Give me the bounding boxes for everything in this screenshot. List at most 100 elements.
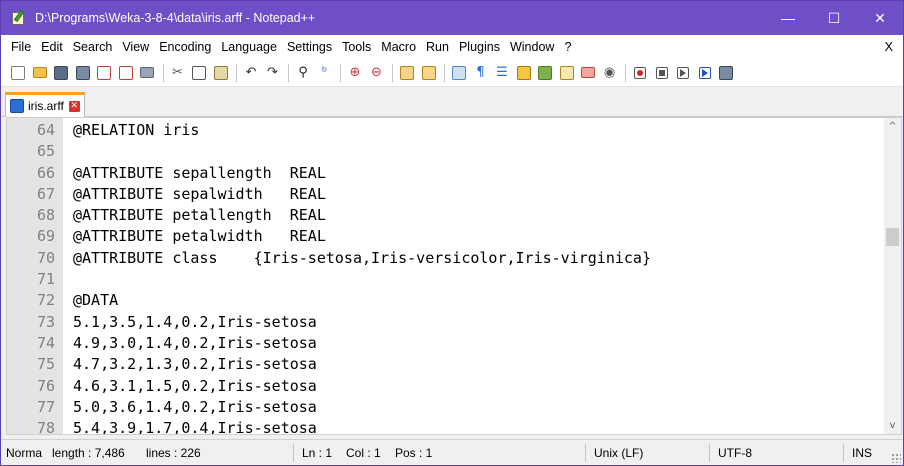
zoom-out-icon[interactable]: ⊖ — [368, 64, 386, 82]
menu-language[interactable]: Language — [216, 35, 282, 59]
code-line[interactable]: @ATTRIBUTE sepallength REAL — [73, 163, 881, 184]
menu-tools[interactable]: Tools — [337, 35, 376, 59]
code-line[interactable]: 5.0,3.6,1.4,0.2,Iris-setosa — [73, 397, 881, 418]
save-macro-icon[interactable] — [717, 64, 735, 82]
vertical-scrollbar[interactable]: ^ v — [884, 118, 901, 434]
close-icon[interactable] — [95, 64, 113, 82]
line-number[interactable]: 78 — [7, 418, 63, 434]
status-insert-mode[interactable]: INS — [847, 440, 887, 466]
save-icon[interactable] — [52, 64, 70, 82]
sync-vertical-icon[interactable] — [398, 64, 416, 82]
find-icon[interactable]: ⚲ — [294, 64, 312, 82]
new-file-icon[interactable] — [9, 64, 27, 82]
line-number[interactable]: 75 — [7, 354, 63, 375]
line-number[interactable]: 66 — [7, 163, 63, 184]
copy-icon[interactable] — [190, 64, 208, 82]
word-wrap-icon[interactable] — [450, 64, 468, 82]
menu-edit[interactable]: Edit — [36, 35, 68, 59]
code-line[interactable]: @DATA — [73, 290, 881, 311]
code-line[interactable]: @RELATION iris — [73, 120, 881, 141]
menu-macro[interactable]: Macro — [376, 35, 421, 59]
redo-icon[interactable]: ↷ — [264, 64, 282, 82]
scroll-up-icon[interactable]: ^ — [884, 118, 901, 135]
close-document-icon[interactable]: X — [885, 35, 893, 59]
line-number[interactable]: 71 — [7, 269, 63, 290]
code-line[interactable]: 4.7,3.2,1.3,0.2,Iris-setosa — [73, 354, 881, 375]
menu-file[interactable]: File — [6, 35, 36, 59]
code-line[interactable]: 4.6,3.1,1.5,0.2,Iris-setosa — [73, 376, 881, 397]
code-line[interactable]: 5.1,3.5,1.4,0.2,Iris-setosa — [73, 312, 881, 333]
indent-guide-icon[interactable]: ☰ — [493, 64, 511, 82]
status-encoding[interactable]: UTF-8 — [713, 440, 833, 466]
line-number[interactable]: 67 — [7, 184, 63, 205]
line-number-gutter[interactable]: 64 65 66 67 68 69 70 71 72 73 74 75 76 77 78 — [7, 118, 63, 434]
menu-view[interactable]: View — [117, 35, 154, 59]
folder-workspace-icon[interactable] — [579, 64, 597, 82]
toolbar: ✂ ↶ ↷ ⚲ ᵇ ⊕ ⊖ ¶ ☰ ◉ — [1, 59, 903, 87]
line-number[interactable]: 68 — [7, 205, 63, 226]
code-line[interactable]: 4.9,3.0,1.4,0.2,Iris-setosa — [73, 333, 881, 354]
maximize-button[interactable]: ☐ — [811, 1, 857, 35]
status-bar: Norma length : 7,486 lines : 226 Ln : 1 … — [1, 439, 903, 465]
line-number[interactable]: 77 — [7, 397, 63, 418]
stop-macro-icon[interactable] — [653, 64, 671, 82]
minimize-button[interactable]: — — [765, 1, 811, 35]
close-window-button[interactable]: ✕ — [857, 1, 903, 35]
replace-icon[interactable]: ᵇ — [316, 64, 334, 82]
scroll-thumb[interactable] — [886, 228, 899, 246]
tab-iris-arff[interactable]: iris.arff ✕ — [5, 92, 85, 117]
doc-map-icon[interactable] — [536, 64, 554, 82]
menu-window[interactable]: Window — [505, 35, 559, 59]
cut-icon[interactable]: ✂ — [169, 64, 187, 82]
line-number[interactable]: 72 — [7, 290, 63, 311]
record-macro-icon[interactable] — [631, 64, 649, 82]
udl-icon[interactable] — [515, 64, 533, 82]
menu-search[interactable]: Search — [68, 35, 118, 59]
line-number[interactable]: 65 — [7, 141, 63, 162]
minimize-icon: — — [781, 10, 795, 26]
line-number[interactable]: 69 — [7, 226, 63, 247]
undo-icon[interactable]: ↶ — [242, 64, 260, 82]
line-number[interactable]: 76 — [7, 376, 63, 397]
menu-run[interactable]: Run — [421, 35, 454, 59]
monitoring-icon[interactable]: ◉ — [601, 64, 619, 82]
sync-horizontal-icon[interactable] — [420, 64, 438, 82]
tab-close-icon[interactable]: ✕ — [68, 100, 80, 112]
code-line[interactable]: @ATTRIBUTE petallength REAL — [73, 205, 881, 226]
status-eol[interactable]: Unix (LF) — [589, 440, 699, 466]
save-all-icon[interactable] — [74, 64, 92, 82]
status-ln: Ln : 1 — [302, 446, 333, 460]
line-number[interactable]: 70 — [7, 248, 63, 269]
menu-plugins[interactable]: Plugins — [454, 35, 505, 59]
play-macro-icon[interactable] — [674, 64, 692, 82]
code-line[interactable]: @ATTRIBUTE class {Iris-setosa,Iris-versi… — [73, 248, 881, 269]
menu-help[interactable]: ? — [559, 35, 576, 59]
function-list-icon[interactable] — [558, 64, 576, 82]
line-number[interactable]: 73 — [7, 312, 63, 333]
code-line[interactable] — [73, 141, 881, 162]
code-line[interactable] — [73, 269, 881, 290]
show-all-chars-icon[interactable]: ¶ — [472, 64, 490, 82]
paste-icon[interactable] — [212, 64, 230, 82]
print-icon[interactable] — [138, 64, 156, 82]
code-line[interactable]: @ATTRIBUTE sepalwidth REAL — [73, 184, 881, 205]
editor-area[interactable]: 64 65 66 67 68 69 70 71 72 73 74 75 76 77 78 @RELATION… — [6, 117, 902, 435]
line-number[interactable]: 74 — [7, 333, 63, 354]
close-all-icon[interactable] — [117, 64, 135, 82]
title-bar[interactable]: D:\Programs\Weka-3-8-4\data\iris.arff - … — [1, 1, 903, 35]
toolbar-separator — [288, 63, 289, 82]
menu-settings[interactable]: Settings — [282, 35, 337, 59]
run-macro-multiple-icon[interactable] — [696, 64, 714, 82]
status-lines: lines : 226 — [146, 446, 201, 460]
menu-encoding[interactable]: Encoding — [154, 35, 216, 59]
status-col: Col : 1 — [346, 446, 381, 460]
scroll-down-icon[interactable]: v — [884, 417, 901, 434]
zoom-in-icon[interactable]: ⊕ — [346, 64, 364, 82]
code-line[interactable]: @ATTRIBUTE petalwidth REAL — [73, 226, 881, 247]
resize-grip-icon[interactable] — [891, 453, 901, 463]
code-line[interactable]: 5.4,3.9,1.7,0.4,Iris-setosa — [73, 418, 881, 434]
line-number[interactable]: 64 — [7, 120, 63, 141]
open-file-icon[interactable] — [31, 64, 49, 82]
notepadpp-app-icon[interactable] — [11, 9, 27, 26]
close-icon: ✕ — [874, 9, 886, 26]
